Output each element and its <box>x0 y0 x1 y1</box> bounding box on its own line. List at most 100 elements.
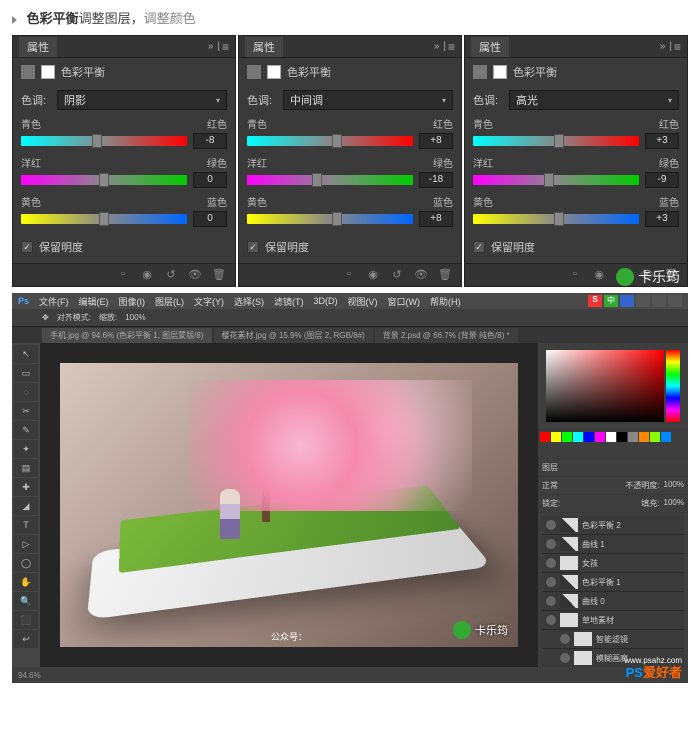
slider-value-input[interactable]: 0 <box>193 172 227 188</box>
menu-item[interactable]: 图层(L) <box>155 295 184 308</box>
tool-button[interactable]: ◢ <box>14 497 38 515</box>
swatch[interactable] <box>595 432 605 442</box>
collapse-icon[interactable]: » <box>434 41 440 52</box>
tone-select[interactable]: 高光▾ <box>509 90 679 110</box>
slider-track[interactable] <box>21 175 187 185</box>
preserve-luminosity-checkbox[interactable]: ✓保留明度 <box>239 231 461 263</box>
slider-value-input[interactable]: -9 <box>645 172 679 188</box>
slider-thumb[interactable] <box>312 173 322 187</box>
tool-button[interactable]: T <box>14 516 38 534</box>
blend-mode[interactable]: 正常 <box>542 480 558 491</box>
slider-thumb[interactable] <box>554 134 564 148</box>
trash-icon[interactable]: 🗑 <box>211 268 227 282</box>
menu-item[interactable]: 文字(Y) <box>194 295 224 308</box>
layer-row[interactable]: 智能滤镜 <box>542 630 684 649</box>
slider-thumb[interactable] <box>92 134 102 148</box>
menu-item[interactable]: 视图(V) <box>348 295 378 308</box>
clip-icon[interactable]: ▫ <box>115 268 131 282</box>
menu-item[interactable]: 帮助(H) <box>430 295 461 308</box>
tool-button[interactable]: ✚ <box>14 478 38 496</box>
tool-button[interactable]: ✋ <box>14 573 38 591</box>
slider-value-input[interactable]: -18 <box>419 172 453 188</box>
slider-track[interactable] <box>247 214 413 224</box>
tool-button[interactable]: ✂ <box>14 402 38 420</box>
slider-track[interactable] <box>473 214 639 224</box>
slider-track[interactable] <box>21 136 187 146</box>
collapse-icon[interactable]: | <box>443 41 446 52</box>
zoom-status[interactable]: 94.6% <box>18 671 41 680</box>
menu-item[interactable]: 选择(S) <box>234 295 264 308</box>
tool-button[interactable]: ◌ <box>14 383 38 401</box>
tone-select[interactable]: 阴影▾ <box>57 90 227 110</box>
tool-button[interactable]: ▭ <box>14 364 38 382</box>
menu-item[interactable]: 窗口(W) <box>388 295 421 308</box>
slider-track[interactable] <box>247 136 413 146</box>
swatch[interactable] <box>551 432 561 442</box>
panel-menu-icon[interactable]: ≡ <box>448 40 455 54</box>
properties-tab[interactable]: 属性 <box>245 37 283 57</box>
slider-track[interactable] <box>473 136 639 146</box>
swatch[interactable] <box>661 432 671 442</box>
collapse-icon[interactable]: | <box>669 41 672 52</box>
tool-button[interactable]: ▤ <box>14 459 38 477</box>
reset-icon[interactable]: ↺ <box>389 268 405 282</box>
slider-value-input[interactable]: +3 <box>645 211 679 227</box>
swatch[interactable] <box>628 432 638 442</box>
visibility-icon[interactable] <box>546 558 556 568</box>
slider-value-input[interactable]: +8 <box>419 133 453 149</box>
collapse-icon[interactable]: » <box>208 41 214 52</box>
opts-zoom-value[interactable]: 100% <box>125 313 145 322</box>
tool-button[interactable]: ↖ <box>14 345 38 363</box>
menu-item[interactable]: 文件(F) <box>39 295 69 308</box>
swatch[interactable] <box>650 432 660 442</box>
menu-item[interactable]: 滤镜(T) <box>274 295 304 308</box>
slider-track[interactable] <box>247 175 413 185</box>
document-tab[interactable]: 背景 2.psd @ 66.7% (背景 纯色/8) * <box>375 328 518 343</box>
swatch[interactable] <box>573 432 583 442</box>
layers-tab[interactable]: 图层 <box>542 463 558 472</box>
slider-thumb[interactable] <box>332 212 342 226</box>
view-prev-icon[interactable]: ◉ <box>365 268 381 282</box>
swatch[interactable] <box>606 432 616 442</box>
tool-button[interactable]: ◯ <box>14 554 38 572</box>
collapse-icon[interactable]: | <box>217 41 220 52</box>
layer-row[interactable]: 女孩 <box>542 554 684 573</box>
slider-thumb[interactable] <box>332 134 342 148</box>
slider-value-input[interactable]: 0 <box>193 211 227 227</box>
fill-value[interactable]: 100% <box>664 498 684 509</box>
slider-value-input[interactable]: +8 <box>419 211 453 227</box>
slider-track[interactable] <box>473 175 639 185</box>
visibility-icon[interactable] <box>546 577 556 587</box>
tool-button[interactable]: 🔍 <box>14 592 38 610</box>
visibility-icon[interactable] <box>546 615 556 625</box>
slider-value-input[interactable]: -8 <box>193 133 227 149</box>
color-field[interactable] <box>546 350 664 422</box>
canvas-area[interactable]: 卡乐筠 公众号： <box>40 343 538 667</box>
tool-button[interactable]: ⬛ <box>14 611 38 629</box>
swatches-panel[interactable] <box>538 430 688 458</box>
slider-track[interactable] <box>21 214 187 224</box>
tool-button[interactable]: ▷ <box>14 535 38 553</box>
collapse-icon[interactable]: » <box>660 41 666 52</box>
preserve-luminosity-checkbox[interactable]: ✓保留明度 <box>13 231 235 263</box>
swatch[interactable] <box>540 432 550 442</box>
panel-menu-icon[interactable]: ≡ <box>222 40 229 54</box>
clip-icon[interactable]: ▫ <box>341 268 357 282</box>
swatch[interactable] <box>617 432 627 442</box>
swatch[interactable] <box>639 432 649 442</box>
layer-row[interactable]: 曲线 1 <box>542 535 684 554</box>
properties-tab[interactable]: 属性 <box>471 37 509 57</box>
visibility-icon[interactable] <box>560 653 570 663</box>
menu-item[interactable]: 3D(D) <box>314 296 338 306</box>
properties-tab[interactable]: 属性 <box>19 37 57 57</box>
tool-preset[interactable]: ✥ <box>42 313 49 322</box>
visibility-icon[interactable] <box>546 539 556 549</box>
view-prev-icon[interactable]: ◉ <box>139 268 155 282</box>
tool-button[interactable]: ✎ <box>14 421 38 439</box>
color-picker[interactable] <box>542 346 684 426</box>
layer-row[interactable]: 色彩平衡 2 <box>542 516 684 535</box>
tool-button[interactable]: ↩ <box>14 630 38 648</box>
slider-value-input[interactable]: +3 <box>645 133 679 149</box>
document-tab[interactable]: 樱花素材.jpg @ 15.9% (图层 2, RGB/8#) <box>214 328 373 343</box>
swatch[interactable] <box>562 432 572 442</box>
